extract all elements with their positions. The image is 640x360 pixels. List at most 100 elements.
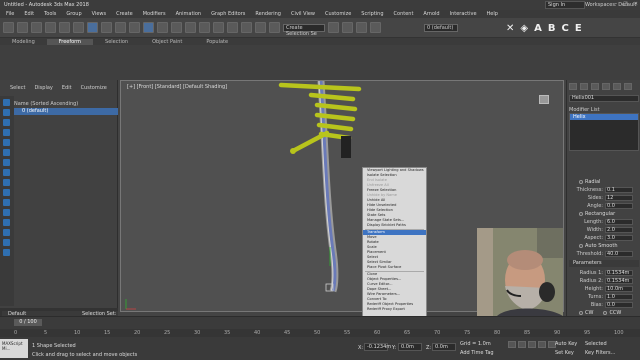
key-filters-button[interactable]: Key Filters... [585,350,615,356]
menu-customize[interactable]: Customize [325,11,351,17]
parameter-spinner[interactable]: 1.0 [605,294,633,300]
hierarchy-tab-icon[interactable] [591,83,599,90]
display-tab-icon[interactable] [613,83,621,90]
auto-smooth-checkbox[interactable] [579,244,583,248]
time-slider[interactable]: 0 / 100 [0,316,640,329]
menu-content[interactable]: Content [394,11,414,17]
spacewarp-filter-icon[interactable] [3,179,10,186]
current-layer-dropdown[interactable]: 0 (default) [424,23,458,32]
radial-radio[interactable] [579,180,583,184]
display-none-icon[interactable] [3,99,10,106]
display-all-icon[interactable] [3,109,10,116]
set-key-button[interactable]: Set Key [555,350,574,356]
ribbon-tab-modeling[interactable]: Modeling [0,39,47,45]
select-rotate-icon[interactable] [157,22,168,33]
quad-menu-item[interactable]: Place Pivot Surface [363,265,426,270]
shape-filter-icon[interactable] [3,139,10,146]
next-frame-icon[interactable] [538,341,546,348]
ribbon-tab-populate[interactable]: Populate [194,39,240,45]
explorer-column-header[interactable]: Name (Sorted Ascending) [14,101,78,107]
menu-scripting[interactable]: Scripting [361,11,383,17]
menu-create[interactable]: Create [116,11,133,17]
percent-snap-icon[interactable] [255,22,266,33]
parameter-spinner[interactable]: 0.1534m [605,270,633,276]
menu-rendering[interactable]: Rendering [255,11,281,17]
ccw-radio[interactable] [603,311,608,315]
ribbon-tab-object-paint[interactable]: Object Paint [140,39,194,45]
undo-icon[interactable] [3,22,14,33]
motion-tab-icon[interactable] [602,83,610,90]
object-name-field[interactable]: Helix001 [569,95,639,102]
add-time-tag[interactable]: Add Time Tag [460,350,494,356]
menu-file[interactable]: File [6,11,14,17]
named-selection-set-input[interactable]: Create Selection Se [283,23,325,37]
placement-icon[interactable] [185,22,196,33]
unlink-icon[interactable] [45,22,56,33]
sides-spinner[interactable]: 12 [605,195,633,201]
menu-modifiers[interactable]: Modifiers [143,11,166,17]
render-tool-icon[interactable]: A [534,24,542,34]
bone-filter-icon[interactable] [3,209,10,216]
play-icon[interactable] [528,341,536,348]
invert-display-icon[interactable] [3,119,10,126]
menu-tools[interactable]: Tools [44,11,56,17]
reference-coord-icon[interactable] [199,22,210,33]
x-coord-field[interactable]: -0.1234m [364,343,391,351]
angle-spinner[interactable]: 0.0 [605,203,633,209]
maximize-icon[interactable]: □ [623,1,628,7]
render-tool-icon[interactable]: ✕ [506,24,514,34]
snaps-toggle-icon[interactable] [227,22,238,33]
sort-icon[interactable] [3,249,10,256]
align-icon[interactable] [342,22,353,33]
menu-interactive[interactable]: Interactive [450,11,477,17]
hidden-filter-icon[interactable] [3,229,10,236]
render-tool-icon[interactable]: C [561,24,568,34]
close-icon[interactable]: ✕ [634,1,638,7]
parameter-spinner[interactable]: 0.1534m [605,278,633,284]
time-slider-handle[interactable]: 0 / 100 [14,319,42,326]
render-tool-icon[interactable]: ◈ [520,24,528,34]
parameters-rollout-header[interactable]: Parameters [569,260,639,267]
quad-menu-item[interactable]: Display Bricklet Paths [363,223,426,228]
threshold-spinner[interactable]: 40.0 [605,251,633,257]
quad-menu-item[interactable]: Rederiff Proxy Export [363,307,426,312]
find-icon[interactable] [3,239,10,246]
menu-arnold[interactable]: Arnold [423,11,439,17]
rectangle-selection-icon[interactable] [115,22,126,33]
minimize-icon[interactable]: – [615,1,618,7]
go-to-start-icon[interactable] [508,341,516,348]
selected-dropdown[interactable]: Selected [585,341,607,347]
rectangular-radio[interactable] [579,212,583,216]
select-object-icon[interactable] [87,22,98,33]
spinner-snap-icon[interactable] [269,22,280,33]
group-filter-icon[interactable] [3,189,10,196]
window-crossing-icon[interactable] [129,22,140,33]
menu-animation[interactable]: Animation [176,11,202,17]
modifier-stack-item[interactable]: Helix [570,114,638,120]
parameter-spinner[interactable]: 0.0 [605,302,633,308]
menu-edit[interactable]: Edit [24,11,34,17]
selection-filter-icon[interactable] [73,22,84,33]
bind-space-warp-icon[interactable] [59,22,70,33]
explorer-row-default-layer[interactable]: 0 (default) [14,108,118,115]
light-filter-icon[interactable] [3,149,10,156]
scene-explorer-icon[interactable] [370,22,381,33]
utilities-tab-icon[interactable] [624,83,632,90]
geometry-filter-icon[interactable] [3,129,10,136]
link-icon[interactable] [31,22,42,33]
frozen-filter-icon[interactable] [3,219,10,226]
camera-filter-icon[interactable] [3,159,10,166]
menu-civil-view[interactable]: Civil View [291,11,315,17]
helper-filter-icon[interactable] [3,169,10,176]
angle-snap-icon[interactable] [241,22,252,33]
select-move-icon[interactable] [143,22,154,33]
auto-key-button[interactable]: Auto Key [555,341,577,347]
select-by-name-icon[interactable] [101,22,112,33]
cw-radio[interactable] [579,311,583,315]
ribbon-tab-selection[interactable]: Selection [93,39,140,45]
redo-icon[interactable] [17,22,28,33]
menu-graph-editors[interactable]: Graph Editors [211,11,245,17]
z-coord-field[interactable]: 0.0m [432,343,456,351]
explorer-menu-select[interactable]: Select [10,85,25,91]
ribbon-tab-freeform[interactable]: Freeform [46,38,94,45]
